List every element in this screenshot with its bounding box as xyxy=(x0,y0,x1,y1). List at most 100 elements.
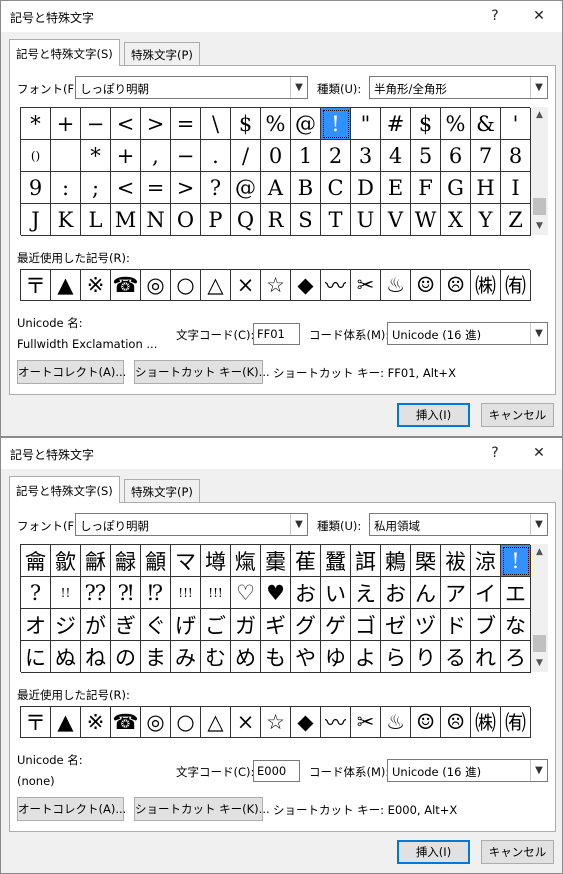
subset-select[interactable]: 半角形/全角形 ▼ xyxy=(369,76,548,99)
symbol-cell[interactable]: 鶫 xyxy=(381,545,411,577)
tab-symbols[interactable]: 記号と特殊文字(S) xyxy=(9,476,120,503)
recent-symbol-cell[interactable]: ♨ xyxy=(381,707,411,738)
recent-symbol-cell[interactable]: ㈲ xyxy=(501,270,531,301)
char-code-input[interactable]: FF01 xyxy=(253,323,300,345)
recent-symbol-cell[interactable]: 〰 xyxy=(321,270,351,301)
symbol-cell[interactable]: ぎ xyxy=(111,609,141,641)
symbol-cell[interactable]: オ xyxy=(21,609,51,641)
symbol-cell[interactable]: 壿 xyxy=(201,545,231,577)
symbol-cell[interactable]: L xyxy=(81,204,111,236)
symbol-cell[interactable]: の xyxy=(111,641,141,673)
recent-symbol-cell[interactable]: ▲ xyxy=(51,707,81,738)
symbol-cell[interactable]: 誀 xyxy=(351,545,381,577)
symbol-cell[interactable]: に xyxy=(21,641,51,673)
symbol-cell[interactable]: $ xyxy=(231,108,261,140)
symbol-cell[interactable]: ア xyxy=(441,577,471,609)
symbol-cell[interactable]: ゲ xyxy=(321,609,351,641)
symbol-cell[interactable]: S xyxy=(291,204,321,236)
symbol-cell[interactable]: D xyxy=(351,172,381,204)
recent-symbol-cell[interactable]: △ xyxy=(201,270,231,301)
font-select[interactable]: しっぽり明朝 ▼ xyxy=(75,76,308,99)
symbol-cell[interactable]: ; xyxy=(81,172,111,204)
symbol-cell[interactable]: 涼 xyxy=(471,545,501,577)
symbol-cell[interactable]: む xyxy=(201,641,231,673)
symbol-cell[interactable]: M xyxy=(111,204,141,236)
symbol-cell[interactable]: い xyxy=(321,577,351,609)
symbol-cell[interactable]: / xyxy=(231,140,261,172)
cancel-button[interactable]: キャンセル xyxy=(481,840,554,864)
code-system-select[interactable]: Unicode (16 進) ▼ xyxy=(387,759,548,782)
symbol-cell[interactable]: Q xyxy=(231,204,261,236)
insert-button[interactable]: 挿入(I) xyxy=(397,403,470,427)
symbol-cell[interactable]: ろ xyxy=(501,641,531,673)
scroll-down-icon[interactable]: ▼ xyxy=(531,218,548,235)
symbol-cell[interactable]: = xyxy=(141,172,171,204)
scroll-thumb[interactable] xyxy=(533,635,546,652)
symbol-cell[interactable]: Z xyxy=(501,204,531,236)
symbol-cell[interactable]: F xyxy=(411,172,441,204)
symbol-cell[interactable]: ゴ xyxy=(351,609,381,641)
symbol-cell[interactable]: > xyxy=(171,172,201,204)
symbol-cell[interactable]: ら xyxy=(381,641,411,673)
symbol-cell[interactable]: ガ xyxy=(231,609,261,641)
symbol-cell[interactable]: + xyxy=(51,108,81,140)
symbol-cell[interactable]: I xyxy=(501,172,531,204)
symbol-cell[interactable]: @ xyxy=(231,172,261,204)
symbol-cell[interactable]: O xyxy=(171,204,201,236)
symbol-cell[interactable]: 8 xyxy=(501,140,531,172)
symbol-cell[interactable]: * xyxy=(21,108,51,140)
char-code-input[interactable]: E000 xyxy=(253,760,300,782)
symbol-cell[interactable]: 1 xyxy=(291,140,321,172)
symbol-cell[interactable]: ♥ xyxy=(261,577,291,609)
symbol-cell[interactable]: + xyxy=(111,140,141,172)
symbol-cell[interactable]: ブ xyxy=(471,609,501,641)
symbol-cell[interactable]: ジ xyxy=(51,609,81,641)
symbol-cell[interactable]: 5 xyxy=(411,140,441,172)
symbol-cell[interactable]: − xyxy=(171,140,201,172)
symbol-cell[interactable]: X xyxy=(441,204,471,236)
symbol-cell[interactable]: ヅ xyxy=(411,609,441,641)
symbol-cell[interactable]: げ xyxy=(171,609,201,641)
symbol-cell[interactable]: ! xyxy=(501,545,531,577)
recent-symbol-cell[interactable]: ☎ xyxy=(111,270,141,301)
symbol-cell[interactable]: エ xyxy=(501,577,531,609)
symbol-cell[interactable]: 蠶 xyxy=(321,545,351,577)
symbol-cell[interactable]: マ xyxy=(171,545,201,577)
tab-special-characters[interactable]: 特殊文字(P) xyxy=(124,42,200,65)
code-system-select[interactable]: Unicode (16 進) ▼ xyxy=(387,322,548,345)
symbol-cell[interactable]: > xyxy=(141,108,171,140)
tab-special-characters[interactable]: 特殊文字(P) xyxy=(124,479,200,502)
symbol-cell[interactable]: ⁇ xyxy=(81,577,111,609)
recent-symbol-cell[interactable]: ☺ xyxy=(411,270,441,301)
recent-symbol-cell[interactable]: ♨ xyxy=(381,270,411,301)
symbol-cell[interactable]: ⁈ xyxy=(111,577,141,609)
recent-symbol-cell[interactable]: ◆ xyxy=(291,270,321,301)
recent-symbol-cell[interactable]: ※ xyxy=(81,707,111,738)
symbol-cell[interactable]: イ xyxy=(471,577,501,609)
font-select[interactable]: しっぽり明朝 ▼ xyxy=(75,513,308,536)
symbol-cell[interactable]: め xyxy=(231,641,261,673)
symbol-cell[interactable]: も xyxy=(261,641,291,673)
symbol-cell[interactable]: H xyxy=(471,172,501,204)
symbol-cell[interactable]: 6 xyxy=(441,140,471,172)
symbol-cell[interactable]: れ xyxy=(471,641,501,673)
scroll-up-icon[interactable]: ▲ xyxy=(531,544,548,561)
symbol-cell[interactable]: V xyxy=(381,204,411,236)
symbol-cell[interactable]: \ xyxy=(201,108,231,140)
recent-symbol-cell[interactable]: 〰 xyxy=(321,707,351,738)
symbol-cell[interactable]: お xyxy=(381,577,411,609)
symbol-cell[interactable]: @ xyxy=(291,108,321,140)
symbol-cell[interactable]: 龥 xyxy=(141,545,171,577)
symbol-scrollbar[interactable]: ▲ ▼ xyxy=(531,107,548,235)
symbol-cell[interactable]: 2 xyxy=(321,140,351,172)
symbol-cell[interactable]: ま xyxy=(141,641,171,673)
recent-symbol-cell[interactable]: ◎ xyxy=(141,707,171,738)
symbol-cell[interactable]: 龠 xyxy=(21,545,51,577)
symbol-cell[interactable]: 龣 xyxy=(111,545,141,577)
symbol-scrollbar[interactable]: ▲ ▼ xyxy=(531,544,548,672)
recent-symbol-cell[interactable]: ✂ xyxy=(351,707,381,738)
recent-symbol-cell[interactable]: ㈲ xyxy=(501,707,531,738)
symbol-cell[interactable]: R xyxy=(261,204,291,236)
recent-symbol-cell[interactable]: ✂ xyxy=(351,270,381,301)
symbol-cell[interactable]: ん xyxy=(411,577,441,609)
